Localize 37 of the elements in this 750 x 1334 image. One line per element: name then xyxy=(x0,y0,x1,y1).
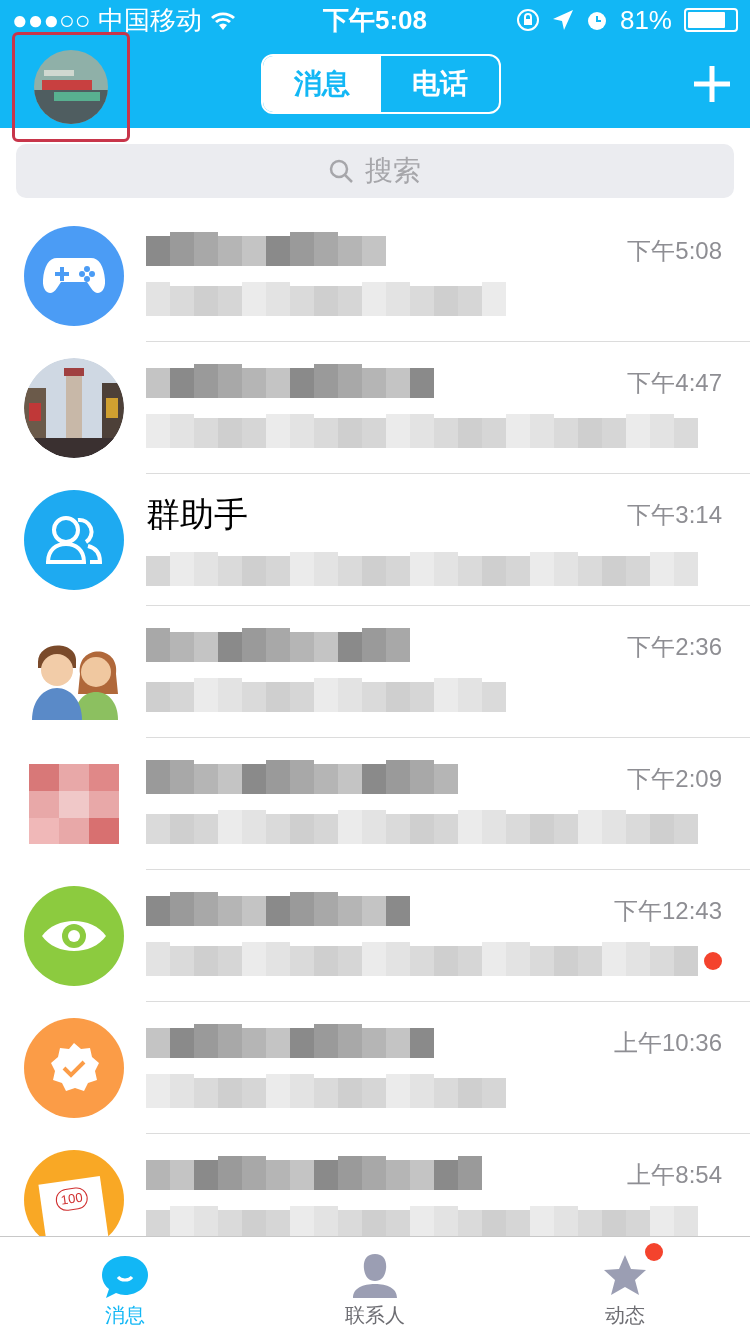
location-arrow-icon xyxy=(551,9,574,31)
conversation-row[interactable]: 下午5:08 xyxy=(0,210,750,342)
message-time: 上午10:36 xyxy=(613,1027,722,1058)
tab-bar-item[interactable]: 联系人 xyxy=(250,1237,500,1334)
clock-label: 下午5:08 xyxy=(322,3,427,37)
tab-bar-item[interactable]: 消息 xyxy=(0,1237,250,1334)
message-time: 上午8:54 xyxy=(627,1159,722,1190)
carrier-label: ●●●○○ 中国移动 xyxy=(12,3,202,37)
person-icon xyxy=(351,1252,399,1300)
battery-icon xyxy=(684,8,738,32)
message-time: 下午12:43 xyxy=(613,895,722,926)
conversation-row[interactable]: 下午2:09 xyxy=(0,738,750,870)
tab-bar-item[interactable]: 动态 xyxy=(500,1237,750,1334)
message-time: 下午3:14 xyxy=(627,499,722,530)
segment-tab[interactable]: 消息 xyxy=(263,56,381,112)
search-icon xyxy=(329,159,353,183)
search-field[interactable]: 搜索 xyxy=(16,144,734,198)
alarm-clock-icon xyxy=(585,9,608,31)
plus-icon[interactable] xyxy=(692,64,732,104)
conversation-row[interactable]: 下午2:36 xyxy=(0,606,750,738)
battery-percent: 81% xyxy=(619,3,672,37)
conversation-row[interactable]: 下午12:43 xyxy=(0,870,750,1002)
wifi-icon xyxy=(209,10,236,30)
message-time: 下午2:36 xyxy=(627,631,722,662)
search-placeholder: 搜索 xyxy=(365,154,421,188)
conversation-row[interactable]: 下午4:47 xyxy=(0,342,750,474)
segment-tab[interactable]: 电话 xyxy=(381,56,499,112)
message-time: 下午4:47 xyxy=(627,367,722,398)
conversation-name: 群助手 xyxy=(146,494,248,535)
message-time: 下午5:08 xyxy=(627,235,722,266)
conversation-row[interactable]: 上午10:36 xyxy=(0,1002,750,1134)
gamepad-icon xyxy=(43,256,105,296)
chat-bubble-icon xyxy=(100,1254,150,1300)
conversation-row[interactable]: 群助手 下午3:14 xyxy=(0,474,750,606)
message-time: 下午2:09 xyxy=(627,763,722,794)
rotation-lock-icon xyxy=(515,8,540,32)
avatar[interactable]: 100 xyxy=(24,1150,124,1236)
